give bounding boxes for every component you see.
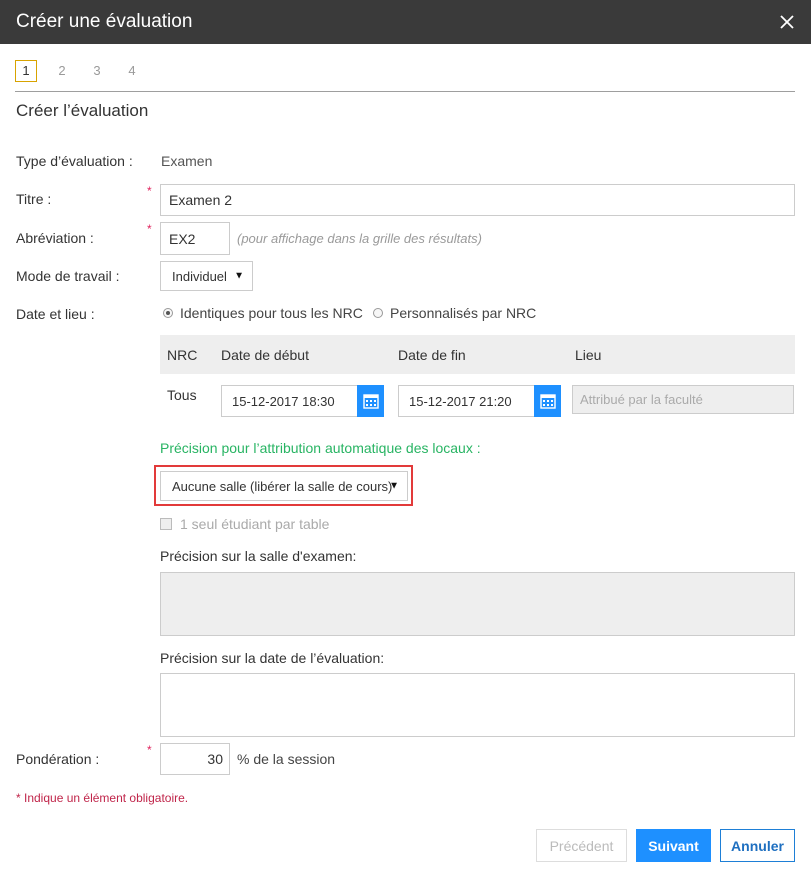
type-label: Type d’évaluation : [16,153,133,169]
step-1[interactable]: 1 [15,60,37,82]
dialog-title: Créer une évaluation [16,11,193,32]
ponderation-input[interactable]: 30 [160,743,230,775]
calendar-icon[interactable] [534,385,561,417]
required-marker: * [147,743,152,757]
abreviation-input[interactable]: EX2 [160,222,230,255]
locaux-label: Précision pour l’attribution automatique… [160,440,481,456]
chevron-down-icon: ▼ [389,480,399,492]
titre-input[interactable]: Examen 2 [160,184,795,216]
required-note: * Indique un élément obligatoire. [16,791,189,805]
cancel-button[interactable]: Annuler [720,829,795,862]
mode-label: Mode de travail : [16,268,120,284]
date-eval-label: Précision sur la date de l’évaluation: [160,650,385,666]
date-fin-input[interactable]: 15-12-2017 21:20 [398,385,535,417]
step-3[interactable]: 3 [87,60,107,81]
locaux-select-value: Aucune salle (libérer la salle de cours) [172,478,393,494]
ponderation-label: Pondération : [16,751,100,767]
required-marker: * [147,222,152,236]
row-nrc: Tous [167,387,197,403]
mode-select-value: Individuel [172,268,227,284]
close-icon[interactable] [776,11,798,33]
col-date-fin: Date de fin [398,347,466,363]
checkbox-icon [160,518,172,530]
col-date-debut: Date de début [221,347,309,363]
steps-divider [15,91,795,92]
type-value: Examen [161,153,213,169]
nrc-table-header: NRC Date de début Date de fin Lieu [160,335,795,374]
next-button[interactable]: Suivant [636,829,711,862]
radio-identiques-label: Identiques pour tous les NRC [180,305,363,321]
salle-textarea[interactable] [160,572,795,636]
titre-label: Titre : [16,191,52,207]
locaux-select[interactable]: Aucune salle (libérer la salle de cours)… [160,471,408,501]
lieu-input[interactable]: Attribué par la faculté [572,385,794,414]
step-4[interactable]: 4 [122,60,142,81]
salle-label: Précision sur la salle d'examen: [160,548,357,564]
date-eval-textarea[interactable] [160,673,795,737]
col-nrc: NRC [167,347,198,363]
radio-identiques[interactable]: Identiques pour tous les NRC [163,305,363,321]
abreviation-label: Abréviation : [16,230,94,246]
chevron-down-icon: ▼ [234,270,244,282]
date-debut-input[interactable]: 15-12-2017 18:30 [221,385,358,417]
ponderation-unit: % de la session [237,751,336,767]
abreviation-hint: (pour affichage dans la grille des résul… [237,231,482,246]
date-lieu-label: Date et lieu : [16,306,95,322]
radio-checked-icon [163,308,173,318]
radio-personnalises[interactable]: Personnalisés par NRC [373,305,536,321]
previous-button[interactable]: Précédent [536,829,627,862]
one-student-label: 1 seul étudiant par table [180,516,330,532]
step-2[interactable]: 2 [52,60,72,81]
mode-select[interactable]: Individuel ▼ [160,261,253,291]
radio-unchecked-icon [373,308,383,318]
one-student-checkbox[interactable]: 1 seul étudiant par table [160,516,329,532]
section-title: Créer l’évaluation [16,101,149,120]
radio-personnalises-label: Personnalisés par NRC [390,305,537,321]
calendar-icon[interactable] [357,385,384,417]
dialog-titlebar: Créer une évaluation [0,0,811,44]
required-marker: * [147,184,152,198]
col-lieu: Lieu [575,347,602,363]
